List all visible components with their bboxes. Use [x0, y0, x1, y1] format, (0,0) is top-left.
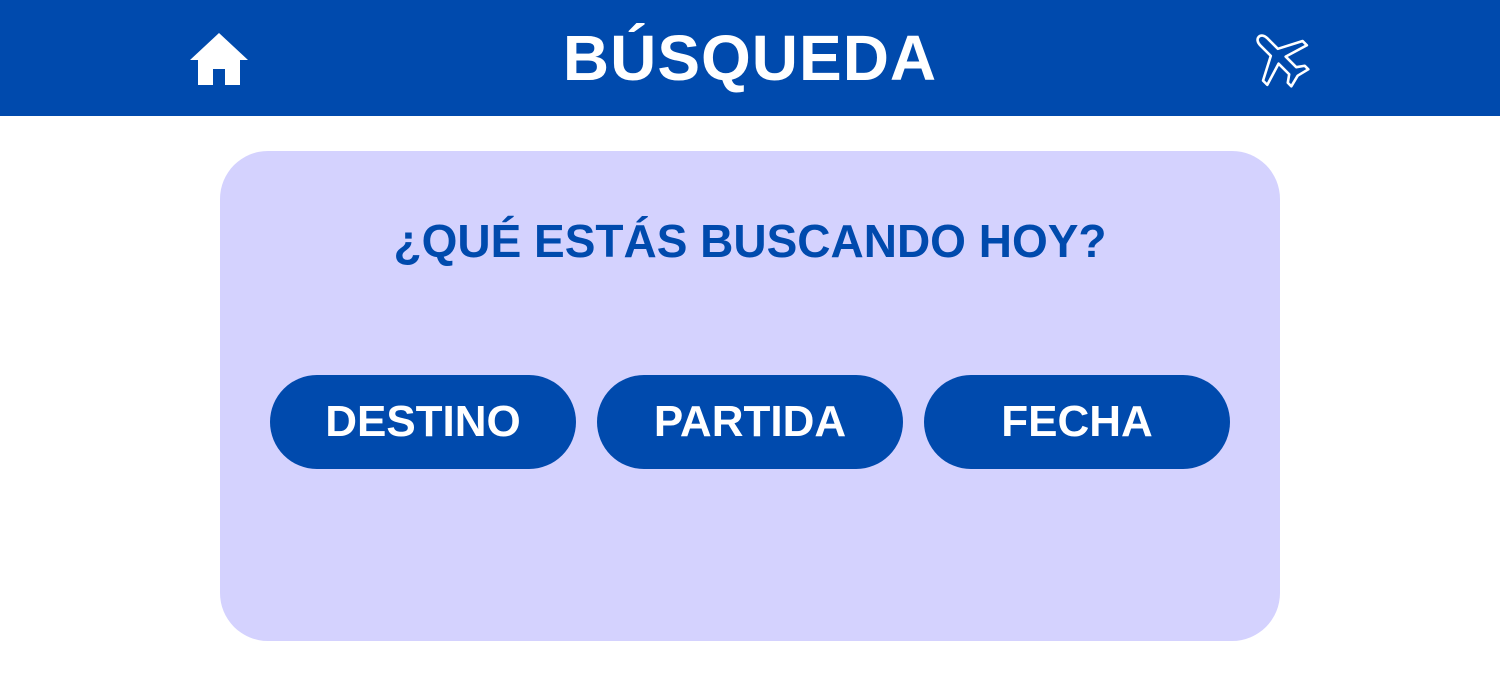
date-button[interactable]: FECHA [924, 375, 1230, 469]
destination-button[interactable]: DESTINO [270, 375, 576, 469]
top-bar: BÚSQUEDA [0, 0, 1500, 116]
airplane-icon[interactable] [1246, 24, 1314, 92]
search-question: ¿QUÉ ESTÁS BUSCANDO HOY? [393, 215, 1107, 267]
home-icon[interactable] [188, 31, 250, 87]
departure-button[interactable]: PARTIDA [597, 375, 903, 469]
search-card: ¿QUÉ ESTÁS BUSCANDO HOY? DESTINO PARTIDA… [220, 151, 1280, 641]
